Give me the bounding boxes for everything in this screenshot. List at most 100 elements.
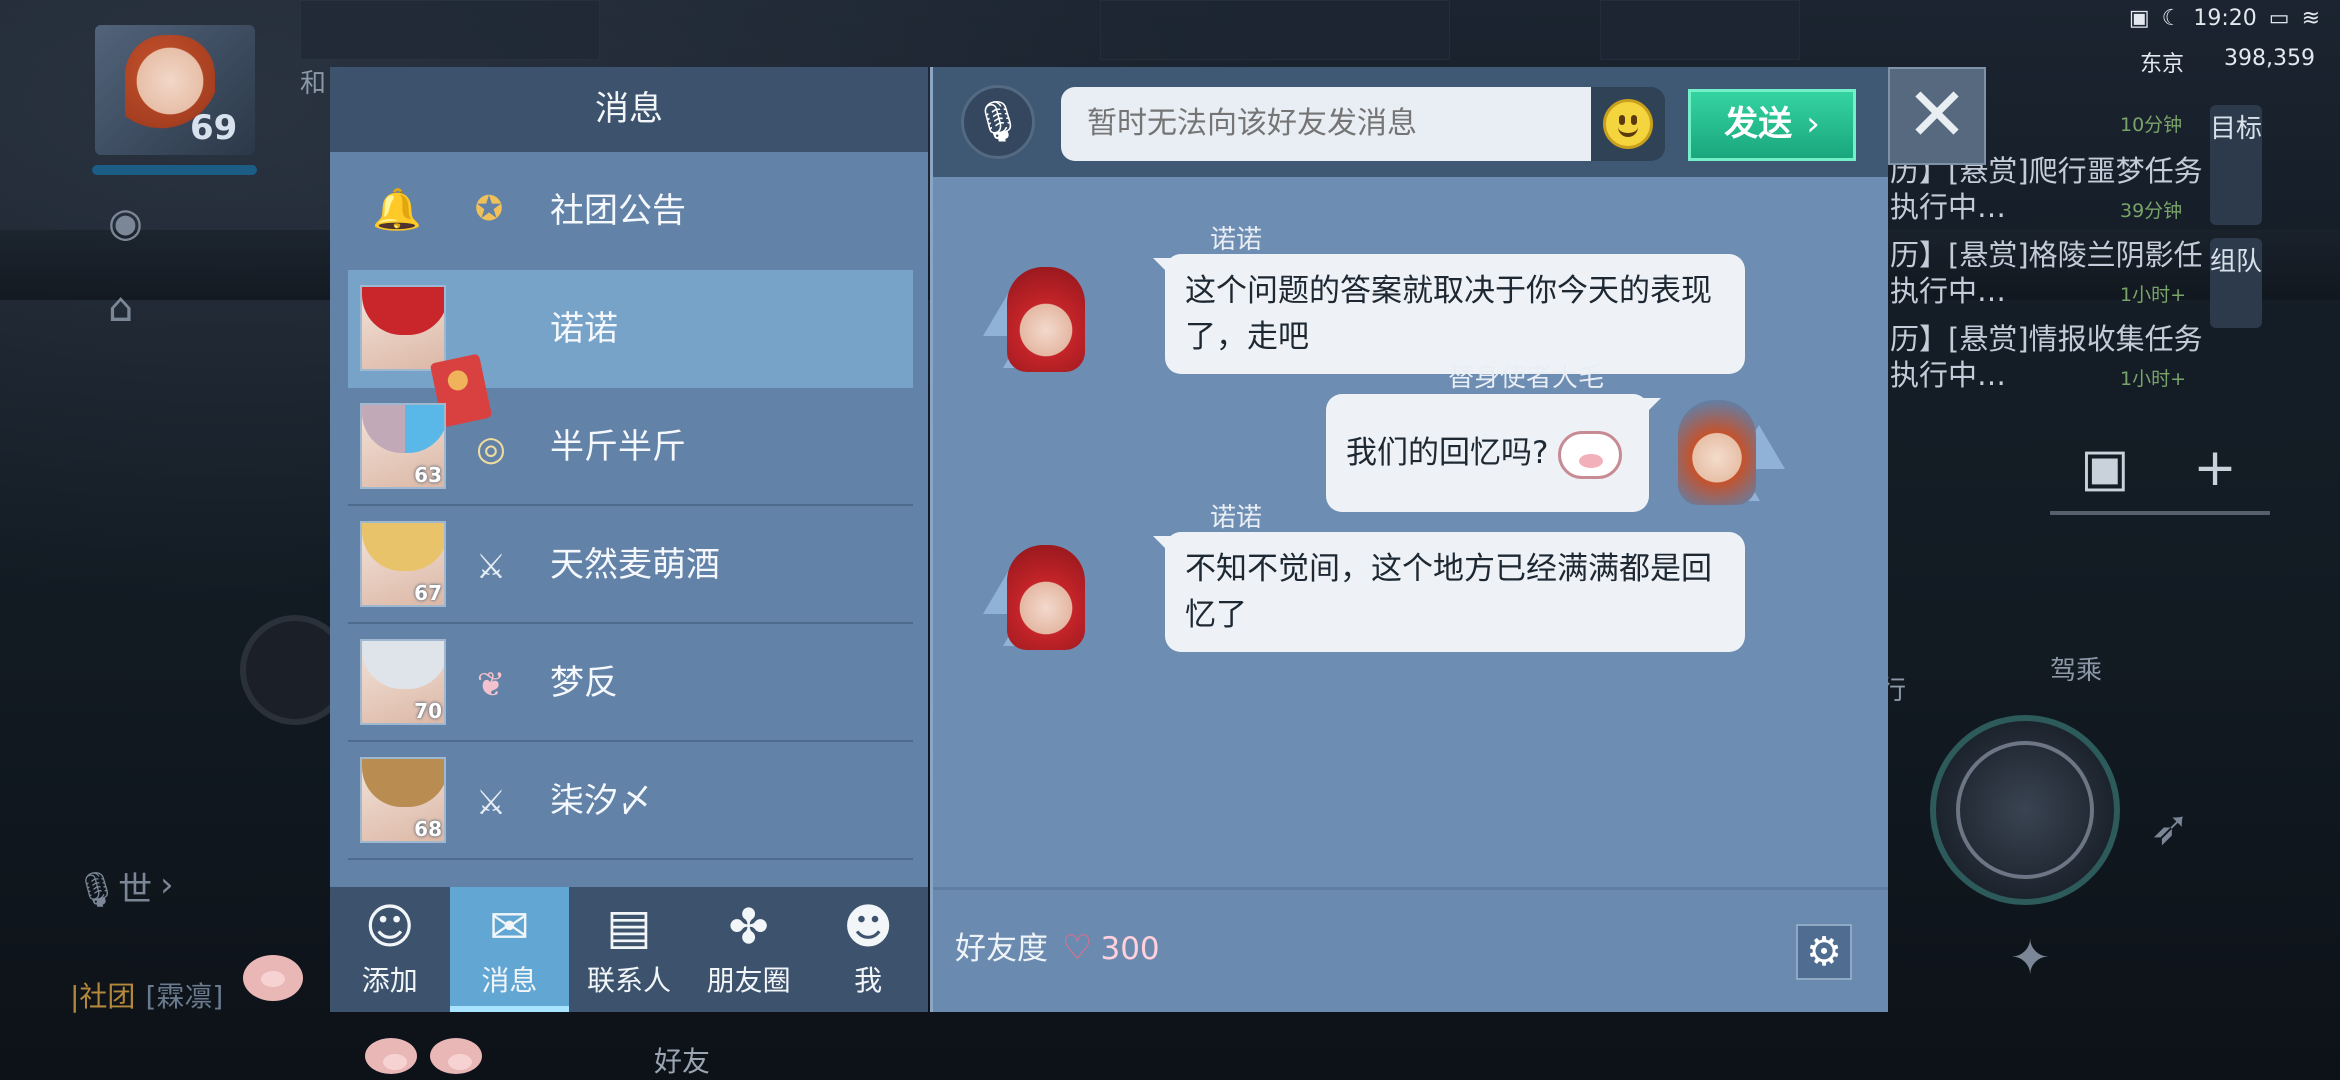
home-icon[interactable]: ⌂ — [108, 285, 133, 331]
tab-contacts[interactable]: ▤ 联系人 — [569, 887, 689, 1012]
microphone-icon: 🎙 — [972, 99, 1024, 145]
message-sender: 诺诺 — [1210, 225, 1263, 255]
conversation-item[interactable]: 63 ◎ 半斤半斤 — [348, 388, 913, 506]
dodge-icon[interactable]: ✦ — [2010, 930, 2050, 986]
plus-icon[interactable]: + — [2160, 425, 2270, 515]
smiley-icon — [1603, 99, 1653, 149]
player-level: 69 — [190, 108, 238, 148]
moon-icon: ☾ — [2161, 6, 2182, 31]
tab-profile[interactable]: ☻ 我 — [808, 887, 928, 1012]
player-hp-bar — [92, 165, 257, 175]
avatar: 67 — [360, 521, 446, 607]
conversation-panel: 消息 🔔 ✪ 社团公告 诺诺 63 ◎ 半斤半斤 67 ⚔ 天然麦萌酒 70 ❦… — [330, 67, 928, 1012]
chevron-right-icon[interactable]: › — [160, 865, 174, 905]
pig-sticker-icon — [1558, 430, 1623, 479]
crossed-swords-icon: ⚔ — [475, 783, 507, 823]
location-name: 东京 — [2140, 52, 2185, 77]
club-emblem-icon: ✪ — [474, 189, 504, 229]
send-button[interactable]: 发送 › — [1688, 89, 1856, 161]
voice-input-button[interactable]: 🎙 — [961, 85, 1035, 159]
emoji-button[interactable] — [1591, 87, 1665, 161]
message-bubble[interactable]: 这个问题的答案就取决于你今天的表现了，走吧 — [1153, 254, 1745, 374]
tab-label: 联系人 — [586, 964, 671, 997]
wing-emblem-icon: ❦ — [476, 665, 506, 705]
drive-label[interactable]: 驾乘 — [2050, 650, 2102, 687]
avatar: 68 — [360, 757, 446, 843]
conversation-name: 梦反 — [550, 663, 618, 703]
sender-avatar[interactable] — [983, 540, 1085, 656]
alarm-bell-icon: 🔔 — [372, 186, 422, 233]
team-tab[interactable]: 组队 — [2210, 238, 2262, 328]
add-friend-icon: ☺ — [364, 899, 415, 955]
chat-history[interactable]: 诺诺 这个问题的答案就取决于你今天的表现了，走吧 替身使者大毛 我们的回忆吗? … — [933, 177, 1888, 887]
friendship-info: 好友度 ♡ 300 — [955, 918, 1160, 979]
world-chat-mic-icon[interactable]: 🎙世 — [75, 862, 152, 911]
clock-text: 19:20 — [2193, 6, 2257, 31]
message-sender: 诺诺 — [1210, 503, 1263, 533]
avatar-head — [1007, 267, 1085, 372]
close-icon: ✕ — [1905, 72, 1968, 158]
avatar — [360, 285, 446, 371]
tab-moments[interactable]: ✤ 朋友圈 — [689, 887, 809, 1012]
avatar-hair — [362, 641, 444, 689]
avatar-head — [1007, 545, 1085, 650]
messenger-tabs: ☺ 添加 ✉ 消息 ▤ 联系人 ✤ 朋友圈 ☻ 我 — [330, 887, 928, 1012]
eye-icon[interactable]: ◉ — [108, 200, 143, 246]
friendship-score: 300 — [1100, 931, 1160, 967]
chat-input-bar: 🎙 发送 › — [933, 67, 1888, 177]
quest-status: 执行中… — [1890, 274, 2007, 308]
message-bubble[interactable]: 我们的回忆吗? — [1326, 394, 1661, 512]
avatar-hair — [362, 759, 444, 807]
own-avatar[interactable] — [1678, 395, 1785, 511]
building — [1100, 0, 1450, 60]
quest-time: 39分钟 — [2120, 200, 2183, 222]
avatar: 70 — [360, 639, 446, 725]
tab-messages[interactable]: ✉ 消息 — [449, 887, 570, 1012]
eye-emblem-icon: ◎ — [476, 429, 506, 469]
quest-time: 1小时+ — [2120, 284, 2187, 306]
tab-add[interactable]: ☺ 添加 — [330, 887, 450, 1012]
send-label: 发送 — [1724, 104, 1793, 144]
coords-text: 398,359 — [2224, 46, 2315, 71]
sender-avatar[interactable] — [983, 262, 1085, 378]
goal-tab[interactable]: 目标 — [2210, 105, 2262, 225]
message-input[interactable] — [1061, 87, 1591, 161]
conversation-item-nuonuo[interactable]: 诺诺 — [348, 270, 913, 428]
club-chat-line[interactable]: |社团 [霖凛] — [70, 975, 223, 1015]
conversation-name: 社团公告 — [550, 191, 686, 231]
message-text: 我们的回忆吗? — [1346, 435, 1549, 471]
location-readout: 东京 398,359 — [2140, 46, 2315, 78]
friendship-label: 好友度 — [955, 931, 1048, 967]
pig-sticker-icon — [430, 1038, 482, 1074]
avatar: 63 — [360, 403, 446, 489]
chat-panel: 🎙 发送 › 诺诺 这个问题的答案就取决于你今天的表现了，走吧 替身使者大毛 我们… — [930, 67, 1888, 1012]
friend-nav[interactable]: 好友 — [654, 1040, 710, 1080]
chat-settings-button[interactable]: ⚙ — [1796, 924, 1852, 980]
sprint-icon[interactable]: ➶ — [2150, 800, 2190, 856]
avatar-level: 67 — [414, 581, 442, 605]
moments-icon: ✤ — [728, 899, 769, 955]
conversation-name: 天然麦萌酒 — [550, 545, 720, 585]
heart-icon: ♡ — [1062, 928, 1093, 968]
profile-icon: ☻ — [843, 899, 894, 955]
conversation-name: 诺诺 — [550, 309, 618, 349]
briefcase-icon[interactable]: ▣ — [2050, 425, 2160, 515]
quest-status: 执行中… — [1890, 358, 2007, 392]
conversation-item-club-notice[interactable]: 🔔 ✪ 社团公告 — [348, 152, 913, 270]
close-button[interactable]: ✕ — [1888, 67, 1986, 165]
pig-sticker-icon — [243, 955, 303, 1001]
avatar-hair — [362, 405, 444, 453]
conversation-list[interactable]: 🔔 ✪ 社团公告 诺诺 63 ◎ 半斤半斤 67 ⚔ 天然麦萌酒 70 ❦ 梦反… — [330, 152, 928, 887]
conversation-item[interactable]: 70 ❦ 梦反 — [348, 624, 913, 742]
chevron-right-icon: › — [1806, 104, 1820, 144]
avatar-hair — [362, 287, 444, 335]
conversation-item[interactable]: 68 ⚔ 柒汐〆 — [348, 742, 913, 860]
conversation-item[interactable]: 67 ⚔ 天然麦萌酒 — [348, 506, 913, 624]
panel-title: 消息 — [330, 67, 928, 152]
tab-label: 朋友圈 — [706, 964, 791, 997]
message-bubble[interactable]: 不知不觉间，这个地方已经满满都是回忆了 — [1153, 532, 1745, 652]
quest-time: 10分钟 — [2120, 114, 2183, 136]
building — [300, 0, 600, 60]
battery-icon: ▭ — [2268, 6, 2290, 31]
attack-button[interactable] — [1930, 715, 2120, 905]
